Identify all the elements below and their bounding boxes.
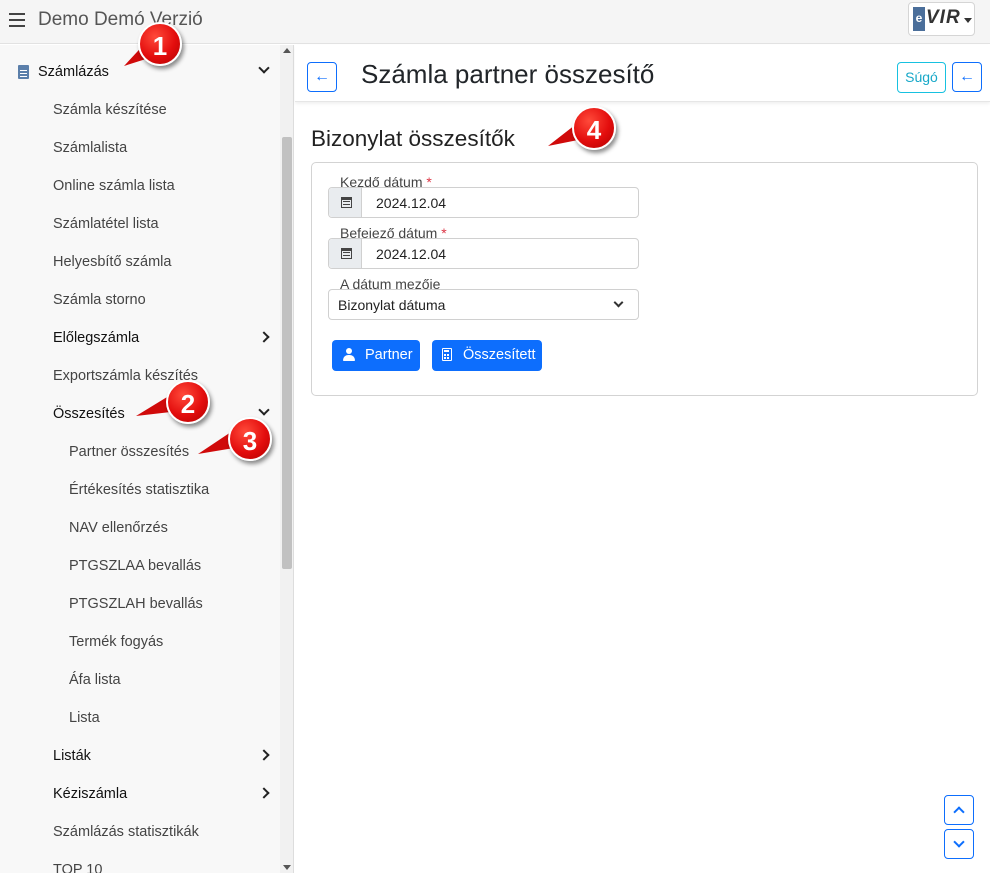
filter-card: Kezdő dátum * 2024.12.04 Befejező dátum …	[311, 162, 978, 396]
date-field-select[interactable]: Bizonylat dátuma	[328, 289, 639, 320]
sidebar-item-label: Összesítés	[53, 406, 125, 422]
chevron-right-icon	[258, 787, 270, 799]
sidebar-item[interactable]: Termék fogyás	[0, 624, 280, 662]
sidebar-item-label: PTGSZLAA bevallás	[69, 558, 202, 574]
sidebar-item-label: Partner összesítés	[69, 444, 190, 460]
sidebar-item[interactable]: Listák	[0, 738, 280, 776]
arrow-left-icon: ←	[314, 68, 330, 85]
scroll-bottom-button[interactable]	[944, 829, 974, 859]
scroll-top-button[interactable]	[944, 795, 974, 825]
chevron-right-icon	[258, 749, 270, 761]
calendar-icon	[341, 248, 352, 259]
sidebar-item[interactable]: Értékesítés statisztika	[0, 472, 280, 510]
chevron-down-icon	[953, 836, 965, 848]
page-header: ← Számla partner összesítő Súgó ←	[295, 45, 990, 102]
sidebar-item[interactable]: Számlázás statisztikák	[0, 814, 280, 852]
sidebar-item[interactable]: NAV ellenőrzés	[0, 510, 280, 548]
annotation-marker-3: 3	[228, 417, 272, 461]
sidebar-item[interactable]: Számla storno	[0, 282, 280, 320]
sidebar-item-label: Online számla lista	[53, 178, 175, 194]
sidebar-item-label: Számlalista	[53, 140, 128, 156]
date-field-value: Bizonylat dátuma	[338, 297, 446, 313]
sidebar-item-label: Helyesbítő számla	[53, 254, 172, 270]
page-title: Számla partner összesítő	[361, 59, 655, 89]
sidebar-item-label: Listák	[53, 748, 91, 764]
sidebar-item[interactable]: Online számla lista	[0, 168, 280, 206]
sidebar-item-label: Számla storno	[53, 292, 146, 308]
sidebar-item-label: Termék fogyás	[69, 634, 164, 650]
sidebar-item[interactable]: Számlázás	[0, 54, 280, 92]
sidebar-item[interactable]: Exportszámla készítés	[0, 358, 280, 396]
chevron-up-icon	[953, 806, 965, 818]
sidebar-item-label: Áfa lista	[69, 672, 121, 688]
caret-down-icon	[964, 18, 972, 23]
logo-e: e	[913, 7, 925, 31]
sidebar-item-label: Számlatétel lista	[53, 216, 159, 232]
scroll-down-icon[interactable]	[283, 865, 291, 870]
hamburger-menu-icon[interactable]	[9, 13, 25, 27]
sidebar-item-label: Lista	[69, 710, 100, 726]
app-title: Demo Demó Verzió	[38, 9, 203, 30]
sidebar-item[interactable]: Lista	[0, 700, 280, 738]
scroll-up-icon[interactable]	[283, 48, 291, 53]
chevron-right-icon	[258, 331, 270, 343]
arrow-left-icon: ←	[959, 68, 975, 85]
person-icon	[343, 348, 355, 361]
sidebar-item-label: Számla készítése	[53, 102, 167, 118]
sidebar-item[interactable]: TOP 10	[0, 852, 280, 873]
help-button[interactable]: Súgó	[897, 62, 946, 93]
summary-button-label: Összesített	[463, 347, 536, 363]
sidebar-item[interactable]: Előlegszámla	[0, 320, 280, 358]
chevron-down-icon	[258, 404, 270, 416]
sidebar-item[interactable]: Számlatétel lista	[0, 206, 280, 244]
sidebar-item[interactable]: Helyesbítő számla	[0, 244, 280, 282]
collapse-button[interactable]: ←	[952, 62, 982, 92]
partner-button[interactable]: Partner	[332, 340, 420, 371]
sidebar-item[interactable]: Áfa lista	[0, 662, 280, 700]
sidebar-item-label: NAV ellenőrzés	[69, 520, 168, 536]
chevron-down-icon	[613, 297, 624, 308]
sidebar-item-label: Értékesítés statisztika	[69, 482, 210, 498]
document-icon	[18, 65, 29, 79]
sidebar-item[interactable]: PTGSZLAA bevallás	[0, 548, 280, 586]
sidebar-item-label: Előlegszámla	[53, 330, 140, 346]
start-date-input[interactable]: 2024.12.04	[328, 187, 639, 218]
calculator-icon	[442, 348, 452, 361]
sidebar-item[interactable]: Számla készítése	[0, 92, 280, 130]
sidebar-item[interactable]: PTGSZLAH bevallás	[0, 586, 280, 624]
sidebar-item[interactable]: Kéziszámla	[0, 776, 280, 814]
end-date-calendar-button[interactable]	[329, 239, 362, 268]
sidebar-item[interactable]: Számlalista	[0, 130, 280, 168]
sidebar-item-label: Kéziszámla	[53, 786, 128, 802]
sidebar-item-label: Exportszámla készítés	[53, 368, 199, 384]
sidebar-scrollbar[interactable]	[280, 45, 293, 873]
sidebar-item-label: Számlázás statisztikák	[53, 824, 199, 840]
sidebar-item-label: PTGSZLAH bevallás	[69, 596, 203, 612]
evir-logo-dropdown[interactable]: e VIR	[908, 2, 975, 36]
annotation-marker-1: 1	[138, 22, 182, 66]
annotation-marker-4: 4	[572, 106, 616, 150]
back-button[interactable]: ←	[307, 62, 337, 92]
calendar-icon	[341, 197, 352, 208]
logo-vir: VIR	[926, 7, 961, 28]
section-title: Bizonylat összesítők	[311, 126, 515, 151]
scroll-thumb[interactable]	[282, 137, 292, 569]
end-date-input[interactable]: 2024.12.04	[328, 238, 639, 269]
sidebar-item-label: TOP 10	[53, 862, 103, 873]
sidebar-item-label: Számlázás	[38, 64, 109, 80]
start-date-calendar-button[interactable]	[329, 188, 362, 217]
start-date-value: 2024.12.04	[376, 195, 447, 211]
partner-button-label: Partner	[365, 347, 413, 363]
end-date-value: 2024.12.04	[376, 246, 447, 262]
chevron-down-icon	[258, 62, 270, 74]
annotation-marker-2: 2	[166, 380, 210, 424]
summary-button[interactable]: Összesített	[432, 340, 542, 371]
